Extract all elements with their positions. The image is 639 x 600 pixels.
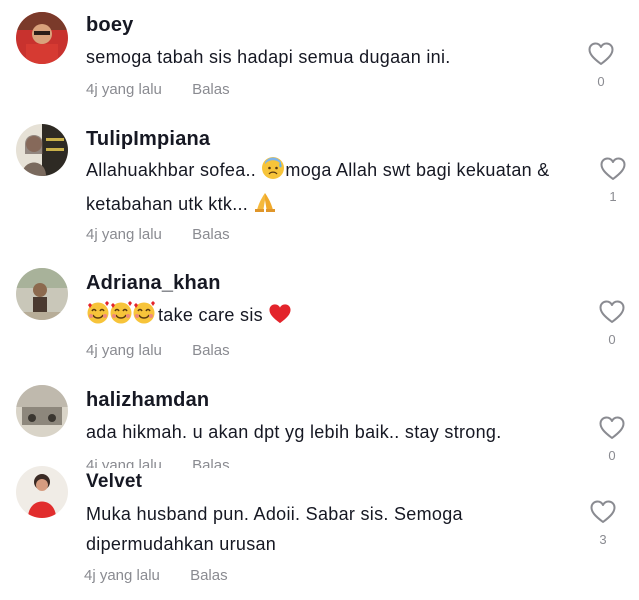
comment-meta: 4j yang lalu Balas — [86, 226, 230, 243]
timestamp: 4j yang lalu — [86, 342, 162, 359]
avatar[interactable] — [16, 385, 68, 437]
comment-meta: 4j yang lalu Balas — [86, 81, 230, 98]
like-count: 1 — [609, 189, 617, 204]
like-button[interactable]: 0 — [597, 300, 627, 347]
comment-meta: 4j yang lalu Balas — [84, 567, 228, 584]
timestamp: 4j yang lalu — [86, 81, 162, 98]
username[interactable]: boey — [86, 14, 133, 37]
folded-hands-emoji-icon — [253, 190, 277, 223]
heart-outline-icon[interactable] — [600, 157, 626, 181]
comment-text: Allahuakhbar sofea.. moga Allah swt bagi… — [86, 155, 596, 223]
comment-text: ada hikmah. u akan dpt yg lebih baik.. s… — [86, 422, 502, 442]
heart-outline-icon[interactable] — [599, 300, 625, 324]
comment-item: Adriana_khan take care sis 4j yang lalu … — [0, 260, 639, 380]
heart-outline-icon[interactable] — [599, 416, 625, 440]
comment-text: take care sis — [86, 300, 586, 334]
avatar[interactable] — [16, 12, 68, 64]
reply-button[interactable]: Balas — [192, 81, 230, 98]
reply-button[interactable]: Balas — [192, 342, 230, 359]
like-count: 0 — [597, 74, 605, 89]
comment-item: boey semoga tabah sis hadapi semua dugaa… — [0, 0, 639, 120]
like-count: 0 — [608, 332, 616, 347]
comment-item: halizhamdan ada hikmah. u akan dpt yg le… — [0, 380, 639, 468]
reply-button[interactable]: Balas — [190, 567, 228, 584]
username[interactable]: Adriana_khan — [86, 272, 221, 295]
avatar[interactable] — [16, 268, 68, 320]
comment-text-part: take care sis — [158, 305, 263, 325]
avatar[interactable] — [16, 124, 68, 176]
comment-text-part: Allahuakhbar sofea.. — [86, 160, 257, 180]
like-count: 0 — [608, 448, 616, 463]
heart-outline-icon[interactable] — [588, 42, 614, 66]
comment-text: Muka husband pun. Adoii. Sabar sis. Semo… — [86, 504, 463, 554]
timestamp: 4j yang lalu — [86, 226, 162, 243]
like-button[interactable]: 0 — [597, 416, 627, 463]
timestamp: 4j yang lalu — [84, 567, 160, 584]
red-heart-emoji-icon — [268, 303, 292, 334]
like-button[interactable]: 3 — [588, 500, 618, 547]
smiling-face-with-hearts-emoji-icon — [86, 301, 158, 334]
username[interactable]: Velvet — [86, 471, 142, 493]
reply-button[interactable]: Balas — [192, 226, 230, 243]
like-button[interactable]: 1 — [598, 157, 628, 204]
comment-item: Velvet Muka husband pun. Adoii. Sabar si… — [0, 466, 639, 600]
comment-text: semoga tabah sis hadapi semua dugaan ini… — [86, 47, 451, 67]
like-button[interactable]: 0 — [586, 42, 616, 89]
like-count: 3 — [599, 532, 607, 547]
comment-item: TulipImpiana Allahuakhbar sofea.. moga A… — [0, 120, 639, 260]
avatar[interactable] — [16, 466, 68, 518]
comment-meta: 4j yang lalu Balas — [86, 342, 230, 359]
username[interactable]: halizhamdan — [86, 389, 209, 412]
heart-outline-icon[interactable] — [590, 500, 616, 524]
username[interactable]: TulipImpiana — [86, 128, 210, 151]
sad-sweat-face-emoji-icon — [261, 156, 285, 189]
